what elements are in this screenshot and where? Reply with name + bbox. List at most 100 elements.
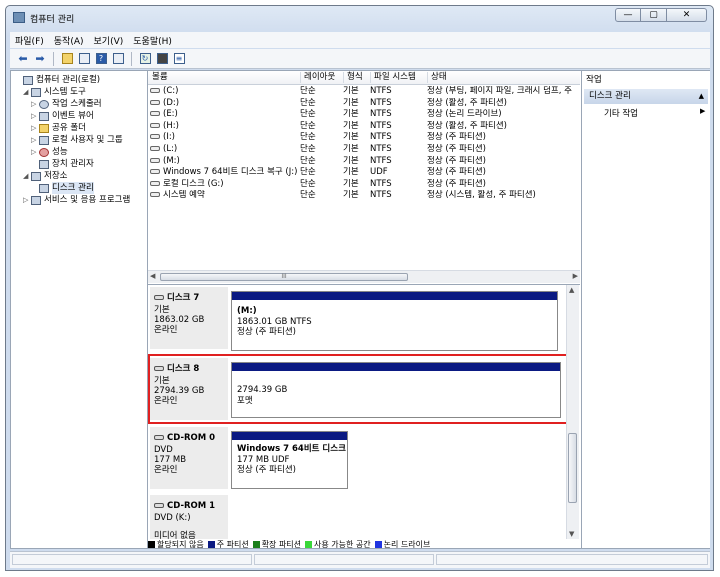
help-icon[interactable]: ? <box>94 52 108 66</box>
layout-cell: 단순 <box>300 190 316 201</box>
disk-type: DVD <box>154 445 173 455</box>
tree-item-label: 디스크 관리 <box>52 182 94 194</box>
disk-label[interactable]: CD-ROM 1 DVD (K:) 미디어 없음 <box>150 495 228 541</box>
more-actions-link[interactable]: 기타 작업 <box>604 107 638 119</box>
legend-item: 논리 드라이브 <box>374 539 430 548</box>
minimize-button[interactable]: — <box>615 8 641 22</box>
properties-icon[interactable] <box>155 52 169 66</box>
file-system-cell: NTFS <box>370 155 392 166</box>
collapse-arrow-icon[interactable]: ▲ <box>699 89 704 104</box>
expander-icon[interactable]: ▷ <box>31 146 39 158</box>
title-bar[interactable]: 컴퓨터 관리 — ▢ ✕ <box>6 6 713 30</box>
menu-file[interactable]: 파일(F) <box>10 34 49 47</box>
volume-icon <box>150 192 160 198</box>
status-segment <box>254 554 434 565</box>
layout-cell: 단순 <box>300 120 316 131</box>
status-segment <box>12 554 252 565</box>
menu-view[interactable]: 보기(V) <box>89 34 129 47</box>
tree-item-disk-management[interactable]: 디스크 관리 <box>31 182 94 194</box>
layout-cell: 단순 <box>300 132 316 143</box>
actions-section-disk-management[interactable]: 디스크 관리 ▲ <box>584 89 708 104</box>
tree-item-device-manager[interactable]: 장치 관리자 <box>31 158 94 170</box>
volume-row[interactable]: (I:) 단순 기본 NTFS 정상 (주 파티션) <box>148 132 580 144</box>
tree-item-shared-folders[interactable]: ▷ 공유 폴더 <box>31 122 86 134</box>
column-file-system[interactable]: 파일 시스템 <box>370 72 426 83</box>
tree-item-performance[interactable]: ▷ 성능 <box>31 146 68 158</box>
scroll-left-arrow-icon[interactable]: ◀ <box>150 272 155 280</box>
status-cell: 정상 (주 파티션) <box>427 132 486 143</box>
expander-icon[interactable]: ▷ <box>31 98 39 110</box>
horizontal-scrollbar[interactable]: ◀ III ▶ <box>148 270 580 283</box>
partition-size: 177 MB UDF <box>237 455 290 465</box>
center-pane: 볼륨 레이아웃 형식 파일 시스템 상태 (C:) 단순 기본 NTFS 정상 (부팅,… <box>148 71 580 548</box>
partition-block[interactable]: (M:) 1863.01 GB NTFS 정상 (주 파티션) <box>231 291 558 351</box>
layout-cell: 단순 <box>300 178 316 189</box>
volume-row[interactable]: (L:) 단순 기본 NTFS 정상 (주 파티션) <box>148 144 580 156</box>
performance-icon <box>39 147 49 157</box>
vertical-scrollbar[interactable]: ▲ ▼ <box>566 285 579 539</box>
column-type[interactable]: 형식 <box>343 72 369 83</box>
volume-row[interactable]: (M:) 단순 기본 NTFS 정상 (주 파티션) <box>148 156 580 168</box>
show-hide-action-pane-icon[interactable] <box>111 52 125 66</box>
expander-icon[interactable]: ▷ <box>23 194 31 206</box>
tree-item-system-tools[interactable]: ◢ 시스템 도구 <box>23 86 86 98</box>
computer-icon <box>23 75 33 85</box>
tree-item-task-scheduler[interactable]: ▷ 작업 스케줄러 <box>31 98 102 110</box>
forward-arrow-icon[interactable]: ➡ <box>33 52 47 66</box>
show-hide-tree-icon[interactable] <box>77 52 91 66</box>
tree-item-event-viewer[interactable]: ▷ 이벤트 뷰어 <box>31 110 94 122</box>
column-volume[interactable]: 볼륨 <box>149 72 299 83</box>
tree-item-label: 시스템 도구 <box>44 87 86 97</box>
maximize-button[interactable]: ▢ <box>641 8 667 22</box>
export-list-icon[interactable]: ≡ <box>172 52 186 66</box>
layout-cell: 단순 <box>300 167 316 178</box>
volume-row[interactable]: Windows 7 64비트 디스크 복구 (J:) 단순 기본 UDF 정상 (주 파… <box>148 167 580 179</box>
tree-item-label: 공유 폴더 <box>52 123 86 133</box>
layout-cell: 단순 <box>300 155 316 166</box>
close-button[interactable]: ✕ <box>667 8 707 22</box>
back-arrow-icon[interactable]: ⬅ <box>16 52 30 66</box>
volume-row[interactable]: 로컬 디스크 (G:) 단순 기본 NTFS 정상 (주 파티션) <box>148 179 580 191</box>
menu-help[interactable]: 도움말(H) <box>128 34 177 47</box>
scroll-down-arrow-icon[interactable]: ▼ <box>569 530 574 538</box>
volume-cell: (D:) <box>150 98 298 109</box>
expander-icon[interactable]: ▷ <box>31 110 39 122</box>
volume-row[interactable]: (C:) 단순 기본 NTFS 정상 (부팅, 페이지 파일, 크래시 덤프, 주 <box>148 86 580 98</box>
disk-label[interactable]: 디스크 7 기본 1863.02 GB 온라인 <box>150 287 228 349</box>
file-system-cell: NTFS <box>370 109 392 120</box>
expander-icon[interactable]: ◢ <box>23 86 31 98</box>
status-cell: 정상 (시스템, 활성, 주 파티션) <box>427 190 536 201</box>
refresh-icon[interactable]: ↻ <box>138 52 152 66</box>
status-bar <box>10 551 710 568</box>
primary-partition-bar <box>232 432 347 440</box>
status-cell: 정상 (활성, 주 파티션) <box>427 120 508 131</box>
expander-icon[interactable]: ▷ <box>31 122 39 134</box>
volume-row[interactable]: 시스템 예약 단순 기본 NTFS 정상 (시스템, 활성, 주 파티션) <box>148 190 580 202</box>
scroll-thumb[interactable]: III <box>160 273 408 281</box>
volume-row[interactable]: (H:) 단순 기본 NTFS 정상 (활성, 주 파티션) <box>148 121 580 133</box>
disk-name: CD-ROM 0 <box>154 433 215 443</box>
column-status[interactable]: 상태 <box>427 72 580 83</box>
submenu-arrow-icon[interactable]: ▶ <box>700 107 705 115</box>
volume-cell: (C:) <box>150 86 298 97</box>
expander-icon[interactable]: ▷ <box>31 134 39 146</box>
cdrom-icon <box>154 435 164 440</box>
column-layout[interactable]: 레이아웃 <box>300 72 342 83</box>
tree-item-local-users-groups[interactable]: ▷ 로컬 사용자 및 그룹 <box>31 134 123 146</box>
file-system-cell: NTFS <box>370 178 392 189</box>
scroll-thumb[interactable] <box>568 433 577 503</box>
scroll-right-arrow-icon[interactable]: ▶ <box>573 272 578 280</box>
disk-label[interactable]: CD-ROM 0 DVD 177 MB 온라인 <box>150 427 228 489</box>
tree-item-storage[interactable]: ◢ 저장소 <box>23 170 67 182</box>
type-cell: 기본 <box>343 132 359 143</box>
tree-item-computer-management[interactable]: 컴퓨터 관리(로컬) <box>15 74 100 86</box>
up-folder-icon[interactable] <box>60 52 74 66</box>
expander-icon[interactable]: ◢ <box>23 170 31 182</box>
disk-row: CD-ROM 1 DVD (K:) 미디어 없음 <box>150 495 562 541</box>
menu-action[interactable]: 동작(A) <box>49 34 89 47</box>
tree-item-services-applications[interactable]: ▷ 서비스 및 응용 프로그램 <box>23 194 130 206</box>
volume-row[interactable]: (D:) 단순 기본 NTFS 정상 (활성, 주 파티션) <box>148 98 580 110</box>
partition-block[interactable]: Windows 7 64비트 디스크 177 MB UDF 정상 (주 파티션) <box>231 431 348 489</box>
volume-row[interactable]: (E:) 단순 기본 NTFS 정상 (논리 드라이브) <box>148 109 580 121</box>
scroll-up-arrow-icon[interactable]: ▲ <box>569 286 574 294</box>
